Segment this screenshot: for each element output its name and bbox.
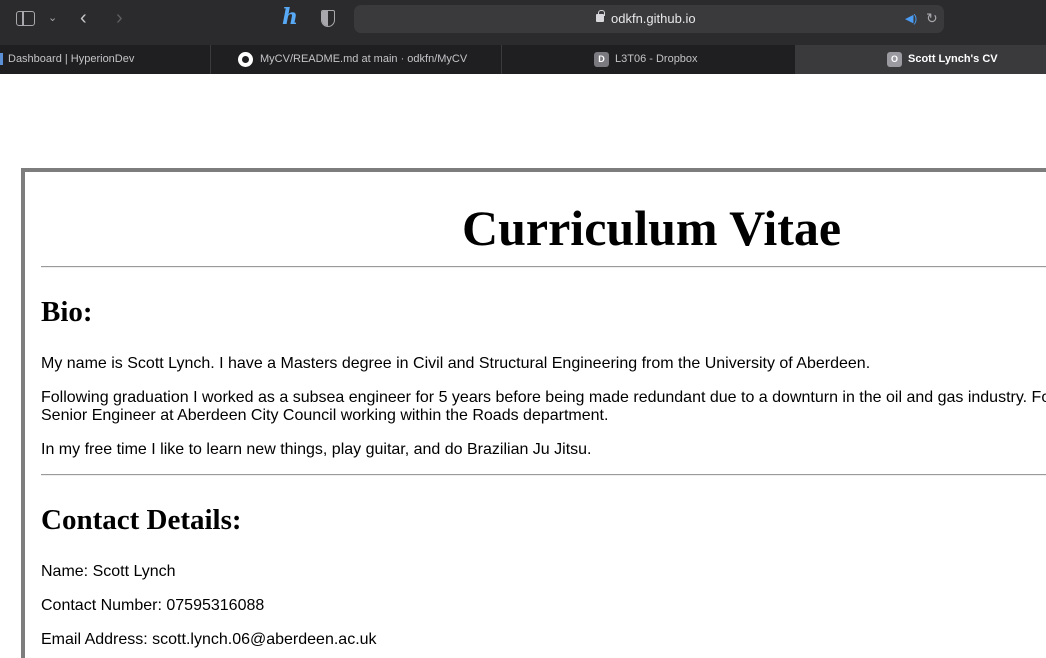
tab-bar: Dashboard | HyperionDev MyCV/README.md a… <box>0 45 1046 74</box>
tab-label: Dashboard | HyperionDev <box>8 53 135 65</box>
cv-favicon-icon: O <box>887 52 902 67</box>
bio-paragraph: My name is Scott Lynch. I have a Masters… <box>41 355 871 372</box>
tab-github[interactable]: MyCV/README.md at main · odkfn/MyCV <box>211 45 502 74</box>
h-extension-icon[interactable]: h <box>282 6 298 28</box>
url-text[interactable]: odkfn.github.io <box>611 11 696 26</box>
contact-number: Contact Number: 07595316088 <box>41 597 265 614</box>
sidebar-icon[interactable] <box>16 11 35 26</box>
shield-icon[interactable] <box>321 10 335 27</box>
browser-toolbar: ⌄ ‹ › h odkfn.github.io ◀) ↻ <box>0 0 1046 45</box>
tab-dropbox[interactable]: D L3T06 - Dropbox <box>502 45 796 74</box>
divider <box>41 474 1046 476</box>
lock-icon <box>596 10 605 22</box>
speaker-icon[interactable]: ◀) <box>905 12 917 25</box>
back-icon[interactable]: ‹ <box>80 8 87 28</box>
contact-email: Email Address: scott.lynch.06@aberdeen.a… <box>41 631 377 648</box>
contact-heading: Contact Details: <box>41 504 242 536</box>
tab-cv-active[interactable]: O Scott Lynch's CV <box>796 45 1046 74</box>
cv-container: Curriculum Vitae Bio: My name is Scott L… <box>21 168 1046 658</box>
bio-heading: Bio: <box>41 296 93 328</box>
tab-label: MyCV/README.md at main · odkfn/MyCV <box>260 53 468 65</box>
chevron-down-icon[interactable]: ⌄ <box>48 13 57 24</box>
dropbox-favicon-icon: D <box>594 52 609 67</box>
page-viewport: Curriculum Vitae Bio: My name is Scott L… <box>0 74 1046 658</box>
github-icon <box>238 52 253 67</box>
divider <box>41 266 1046 268</box>
contact-name: Name: Scott Lynch <box>41 563 176 580</box>
tab-dashboard[interactable]: Dashboard | HyperionDev <box>0 45 211 74</box>
bio-paragraph-line: Following graduation I worked as a subse… <box>41 389 1046 406</box>
bio-paragraph-line: Senior Engineer at Aberdeen City Council… <box>41 407 609 424</box>
forward-icon[interactable]: › <box>116 8 123 28</box>
reload-icon[interactable]: ↻ <box>926 10 938 27</box>
tab-label: L3T06 - Dropbox <box>615 53 698 65</box>
tab-favicon <box>0 53 3 65</box>
tab-label: Scott Lynch's CV <box>908 53 998 65</box>
page-title: Curriculum Vitae <box>462 200 842 256</box>
bio-paragraph: In my free time I like to learn new thin… <box>41 441 592 458</box>
address-bar[interactable]: odkfn.github.io ◀) ↻ <box>354 5 944 33</box>
